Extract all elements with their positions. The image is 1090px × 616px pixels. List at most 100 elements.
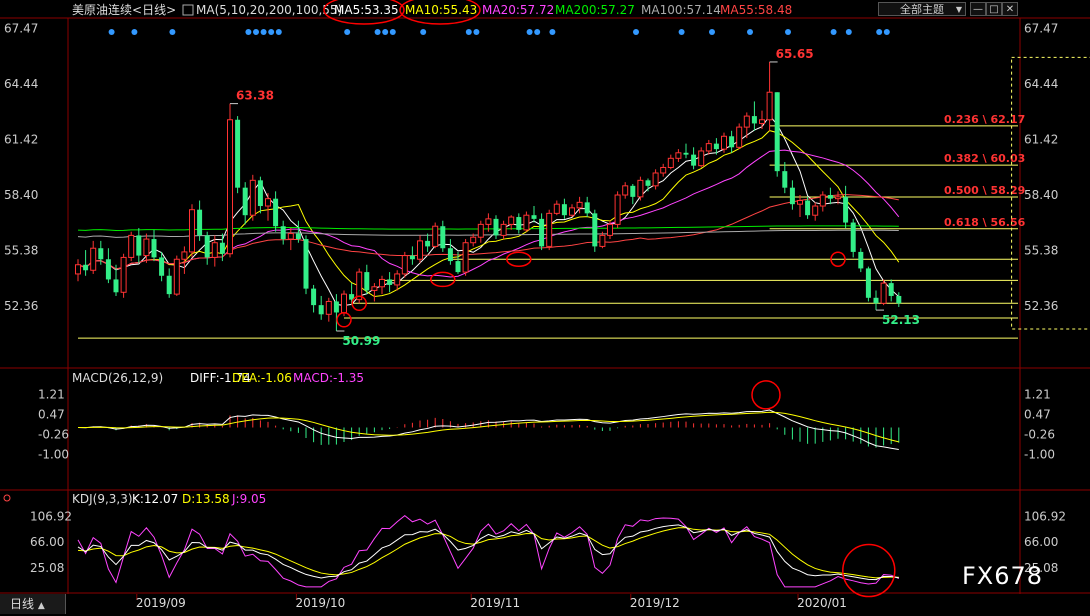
signal-dot (709, 29, 715, 35)
signal-dot (382, 29, 389, 35)
candle-body (721, 135, 727, 150)
candle-body (159, 257, 165, 276)
signal-dot (344, 29, 351, 35)
candle-body (227, 119, 233, 255)
macd-tick-right: -0.26 (1024, 428, 1055, 442)
signal-dot (747, 29, 753, 35)
signal-dot (260, 29, 267, 35)
signal-dot (845, 29, 852, 35)
signal-dot (633, 29, 639, 35)
candle-body (705, 143, 712, 152)
candle-body (197, 209, 203, 236)
candle-body (592, 213, 598, 247)
candle-body (691, 154, 697, 166)
candle-body (850, 222, 856, 252)
candle-body (113, 279, 119, 293)
candle-body (896, 295, 902, 304)
candle-body (865, 268, 871, 298)
candle-body (364, 272, 370, 291)
kdj-tick-right: 106.92 (1024, 509, 1066, 523)
candle-body (265, 198, 271, 207)
highlight-circle (430, 271, 456, 288)
candle-body (325, 300, 332, 315)
candle-body (447, 248, 453, 262)
kdj-legend-item: K:12.07 (132, 492, 178, 506)
macd-tick-left: -0.26 (38, 428, 69, 442)
indicator-icon (182, 4, 194, 16)
candle-body (105, 259, 111, 280)
candle-body (607, 223, 613, 236)
ma-legend-item: MA100:57.14 (641, 3, 721, 17)
kdj-legend-item: J:9.05 (231, 492, 266, 506)
candle-body (295, 233, 301, 240)
signal-dot (374, 29, 381, 35)
price-tick-right: 61.42 (1024, 133, 1058, 147)
close-button[interactable]: ✕ (1002, 2, 1018, 16)
candle-body (614, 194, 621, 225)
period-selector[interactable]: 日线 ▲ (0, 594, 66, 614)
annotation-label: 52.13 (882, 313, 920, 327)
signal-dot (131, 29, 138, 35)
signal-dot (883, 29, 890, 35)
candle-body (729, 136, 735, 148)
price-tick-right: 58.40 (1024, 188, 1058, 202)
price-tick-left: 67.47 (4, 22, 38, 36)
signal-dot (473, 29, 480, 35)
annotation-label: 50.99 (342, 334, 380, 348)
macd-tick-left: 0.47 (38, 408, 65, 422)
macd-legend-item: MACD:-1.35 (293, 371, 364, 385)
signal-dot (253, 29, 259, 35)
candle-body (539, 218, 545, 247)
candle-body (211, 242, 218, 258)
candle-body (379, 278, 385, 288)
x-axis-label: 2019/11 (470, 596, 520, 610)
candle-body (660, 166, 667, 174)
candle-body (417, 240, 423, 260)
candle-body (858, 251, 864, 269)
candle-body (812, 205, 819, 216)
kdj-k-line (77, 524, 899, 581)
chevron-down-icon: ▼ (955, 5, 962, 14)
candle-body (782, 171, 788, 188)
candle-body (128, 234, 135, 258)
candle-body (599, 234, 606, 247)
candle-body (455, 261, 461, 273)
price-tick-left: 55.38 (4, 243, 38, 257)
price-tick-right: 55.38 (1024, 243, 1058, 257)
candle-body (387, 279, 393, 285)
signal-dot (549, 29, 556, 35)
candle-body (136, 235, 142, 256)
signal-dot (876, 29, 883, 35)
price-tick-left: 58.40 (4, 188, 38, 202)
theme-select[interactable]: 全部主题 ▼ (878, 2, 966, 16)
candle-body (409, 255, 415, 260)
candle-body (553, 203, 560, 214)
candle-body (531, 215, 537, 219)
maximize-button[interactable]: □ (986, 2, 1002, 16)
candle-body (477, 223, 484, 238)
minimize-button[interactable]: — (970, 2, 986, 16)
stock-chart[interactable]: 美原油连续<日线> MA(5,10,20,200,100,55)MA5:53.35… (0, 0, 1090, 614)
candle-body (630, 185, 636, 197)
candle-body (698, 150, 705, 167)
candle-body (440, 226, 446, 249)
fib-label: 0.618 \ 56.56 (944, 216, 1026, 229)
x-axis-label: 2019/09 (136, 596, 186, 610)
candle-body (485, 218, 492, 225)
candle-body (667, 157, 674, 168)
candle-body (797, 200, 803, 205)
candle-body (75, 264, 81, 275)
signal-dot (785, 29, 791, 35)
candle-body (462, 242, 469, 273)
candle-body (789, 187, 795, 205)
candle-body (546, 212, 553, 247)
macd-tick-left: 1.21 (38, 388, 65, 402)
candle-body (204, 235, 210, 258)
fib-label: 0.500 \ 58.29 (944, 184, 1025, 197)
candle-body (888, 283, 894, 296)
signal-dot (275, 29, 282, 35)
price-tick-right: 52.36 (1024, 299, 1058, 313)
signal-dot (169, 29, 176, 35)
candle-body (181, 251, 188, 260)
watermark-logo: FX678 (962, 562, 1044, 590)
